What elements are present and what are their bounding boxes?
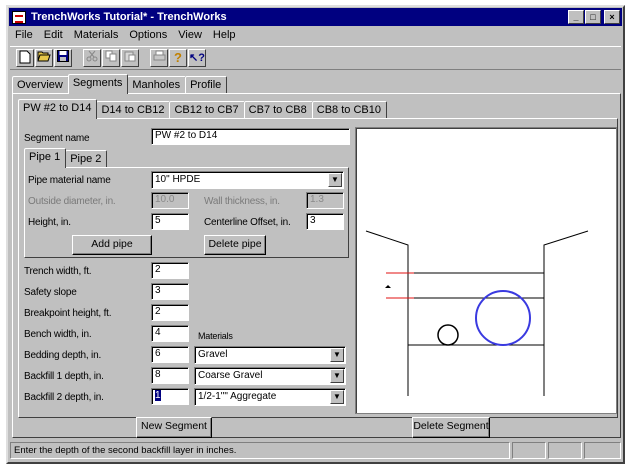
backfill2-depth-input[interactable]: 1: [151, 388, 189, 405]
safety-slope-label: Safety slope: [24, 287, 77, 298]
tab-pipe-2[interactable]: Pipe 2: [65, 150, 108, 168]
trench-wall-right: [543, 230, 589, 396]
materials-label: Materials: [198, 331, 233, 341]
backfill1-depth-label: Backfill 1 depth, in.: [24, 371, 104, 382]
title-bar[interactable]: TrenchWorks Tutorial* - TrenchWorks _ □ …: [9, 8, 622, 26]
print-icon[interactable]: [150, 49, 168, 67]
cut-icon[interactable]: [83, 49, 101, 67]
window-title: TrenchWorks Tutorial* - TrenchWorks: [31, 11, 227, 23]
status-bar: Enter the depth of the second backfill l…: [10, 442, 621, 460]
tab-overview[interactable]: Overview: [12, 76, 69, 94]
app-window: TrenchWorks Tutorial* - TrenchWorks _ □ …: [6, 5, 625, 464]
pipe-material-label: Pipe material name: [28, 175, 111, 186]
status-pane-1: [512, 442, 546, 459]
centerline-offset-label: Centerline Offset, in.: [204, 217, 291, 228]
menu-edit[interactable]: Edit: [39, 28, 69, 44]
trench-cross-section: [355, 127, 617, 414]
main-tabs: Overview Segments Manholes Profile: [12, 74, 228, 94]
maximize-button[interactable]: □: [585, 10, 601, 24]
bench-width-input[interactable]: 4: [151, 325, 189, 342]
trench-width-label: Trench width, ft.: [24, 266, 92, 277]
small-pipe: [437, 324, 459, 346]
segment-name-label: Segment name: [24, 133, 90, 144]
breakpoint-height-label: Breakpoint height, ft.: [24, 308, 112, 319]
app-icon[interactable]: [12, 10, 26, 24]
save-icon[interactable]: [54, 49, 72, 67]
pipe-tabs: Pipe 1 Pipe 2: [24, 148, 108, 168]
help-icon[interactable]: ?: [169, 49, 187, 67]
tab-segment-d14-cb12[interactable]: D14 to CB12: [96, 101, 171, 119]
backfill1-material-select[interactable]: Coarse Gravel ▼: [194, 367, 346, 385]
breakpoint-height-input[interactable]: 2: [151, 304, 189, 321]
bench-width-label: Bench width, in.: [24, 329, 92, 340]
chevron-down-icon[interactable]: ▼: [330, 390, 344, 404]
height-label: Height, in.: [28, 217, 71, 228]
outside-diameter-field: 10.0: [151, 192, 189, 209]
minimize-button[interactable]: _: [568, 10, 584, 24]
delete-pipe-button[interactable]: Delete pipe: [204, 235, 266, 255]
backfill2-material-select[interactable]: 1/2-1"" Aggregate ▼: [194, 388, 346, 406]
outside-diameter-label: Outside diameter, in.: [28, 196, 116, 207]
chevron-down-icon[interactable]: ▼: [330, 348, 344, 362]
context-help-icon[interactable]: ↖?: [188, 49, 206, 67]
menu-file[interactable]: File: [10, 28, 39, 44]
paste-icon[interactable]: [121, 49, 139, 67]
wall-thickness-label: Wall thickness, in.: [204, 196, 280, 207]
tab-segment-cb7-cb8[interactable]: CB7 to CB8: [243, 101, 313, 119]
bedding-depth-label: Bedding depth, in.: [24, 350, 102, 361]
chevron-down-icon[interactable]: ▼: [330, 369, 344, 383]
backfill2-depth-label: Backfill 2 depth, in.: [24, 392, 104, 403]
menu-bar: File Edit Materials Options View Help: [10, 28, 242, 44]
tab-segment-cb12-cb7[interactable]: CB12 to CB7: [169, 101, 245, 119]
tab-segment-cb8-cb10[interactable]: CB8 to CB10: [311, 101, 387, 119]
toolbar: ? ↖?: [10, 46, 621, 70]
segment-tabs: PW #2 to D14 D14 to CB12 CB12 to CB7 CB7…: [18, 99, 387, 119]
arrow-marker: [385, 285, 391, 288]
status-pane-3: [584, 442, 621, 459]
status-message: Enter the depth of the second backfill l…: [10, 442, 510, 459]
wall-thickness-field: 1.3: [306, 192, 344, 209]
safety-slope-input[interactable]: 3: [151, 283, 189, 300]
menu-help[interactable]: Help: [208, 28, 242, 44]
menu-view[interactable]: View: [173, 28, 208, 44]
backfill1-depth-input[interactable]: 8: [151, 367, 189, 384]
trench-diagram: [365, 230, 589, 396]
tab-segments[interactable]: Segments: [67, 74, 129, 94]
tab-segment-pw2-d14[interactable]: PW #2 to D14: [18, 99, 98, 119]
segment-name-input[interactable]: PW #2 to D14: [151, 128, 350, 145]
bedding-depth-input[interactable]: 6: [151, 346, 189, 363]
trench-wall-left: [365, 230, 409, 396]
tab-manholes[interactable]: Manholes: [127, 76, 187, 94]
chevron-down-icon[interactable]: ▼: [328, 173, 342, 187]
pipe-material-select[interactable]: 10" HPDE ▼: [151, 171, 344, 189]
copy-icon[interactable]: [102, 49, 120, 67]
bedding-material-select[interactable]: Gravel ▼: [194, 346, 346, 364]
height-input[interactable]: 5: [151, 213, 189, 230]
large-pipe: [475, 290, 531, 346]
status-pane-2: [548, 442, 582, 459]
delete-segment-button[interactable]: Delete Segment: [412, 417, 490, 438]
trench-width-input[interactable]: 2: [151, 262, 189, 279]
new-icon[interactable]: [16, 49, 34, 67]
menu-options[interactable]: Options: [124, 28, 173, 44]
tab-profile[interactable]: Profile: [185, 76, 228, 94]
new-segment-button[interactable]: New Segment: [136, 417, 212, 438]
add-pipe-button[interactable]: Add pipe: [72, 235, 152, 255]
close-button[interactable]: ×: [604, 10, 620, 24]
tab-pipe-1[interactable]: Pipe 1: [24, 148, 67, 168]
open-icon[interactable]: [35, 49, 53, 67]
centerline-offset-input[interactable]: 3: [306, 213, 344, 230]
menu-materials[interactable]: Materials: [69, 28, 125, 44]
